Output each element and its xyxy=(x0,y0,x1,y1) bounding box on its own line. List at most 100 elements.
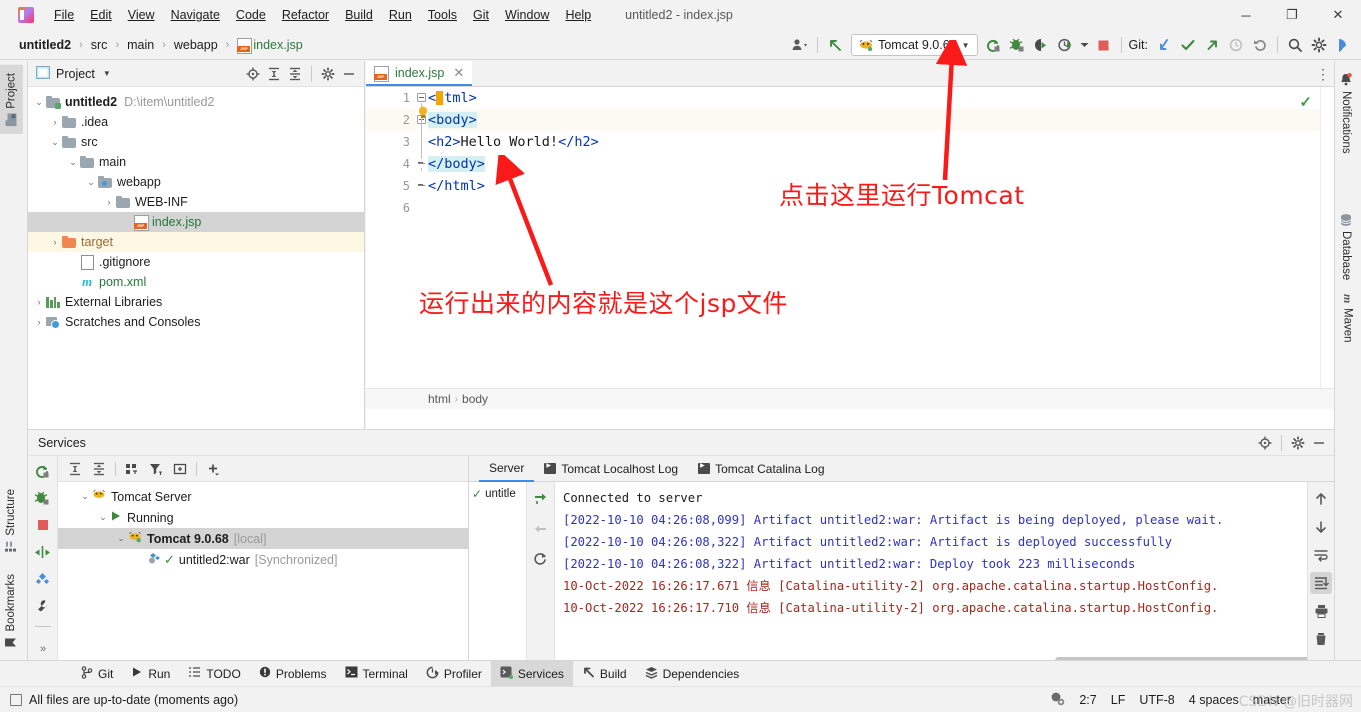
sidebar-item-structure[interactable]: Structure xyxy=(0,481,22,560)
sidebar-item-maven[interactable]: m Maven xyxy=(1335,286,1360,351)
expand-all-icon[interactable] xyxy=(264,64,284,84)
tree-node-index-jsp[interactable]: index.jsp xyxy=(28,212,364,232)
menu-git[interactable]: Git xyxy=(465,4,497,26)
sidebar-item-notifications[interactable]: Notifications xyxy=(1335,65,1357,162)
caret-position[interactable]: 2:7 xyxy=(1079,693,1096,707)
chevron-down-icon[interactable]: ⌄ xyxy=(114,533,128,544)
breadcrumb-main[interactable]: main xyxy=(124,36,157,54)
sidebar-item-database[interactable]: Database xyxy=(1335,206,1357,288)
git-update-icon[interactable] xyxy=(1152,33,1176,57)
edit-config-icon[interactable] xyxy=(32,568,54,590)
soft-wrap-icon[interactable] xyxy=(1310,544,1332,566)
menu-code[interactable]: Code xyxy=(228,4,274,26)
close-button[interactable]: ✕ xyxy=(1315,0,1361,30)
expand-all-icon[interactable] xyxy=(64,458,86,480)
breadcrumb-body[interactable]: body xyxy=(462,392,488,406)
rerun-icon[interactable] xyxy=(982,33,1006,57)
menu-file[interactable]: File xyxy=(46,4,82,26)
code-folding-column[interactable] xyxy=(416,87,428,409)
hide-icon[interactable] xyxy=(1309,433,1329,453)
console-output[interactable]: Connected to server [2022-10-10 04:26:08… xyxy=(555,482,1307,664)
fold-end-body[interactable] xyxy=(417,159,426,168)
tree-node-webapp[interactable]: ⌄ webapp xyxy=(28,172,364,192)
menu-build[interactable]: Build xyxy=(337,4,381,26)
services-node-untitled2-war[interactable]: ✓ untitled2:war [Synchronized] xyxy=(58,549,468,570)
chevron-down-icon[interactable]: ⌄ xyxy=(96,512,110,523)
git-push-icon[interactable] xyxy=(1200,33,1224,57)
inspection-status-icon[interactable]: ✓ xyxy=(1299,93,1312,111)
back-arrow-icon[interactable] xyxy=(823,33,847,57)
breadcrumb-untitled2[interactable]: untitled2 xyxy=(16,36,74,54)
code-area[interactable]: 1 2 3 4 5 6 <html> <body> <h2>Hello W xyxy=(366,87,1334,409)
up-arrow-icon[interactable] xyxy=(1310,488,1332,510)
line-separator[interactable]: LF xyxy=(1111,693,1126,707)
tree-node-scratches-and-consoles[interactable]: › Scratches and Consoles xyxy=(28,312,364,332)
maximize-button[interactable]: ❐ xyxy=(1269,0,1315,30)
settings-icon[interactable] xyxy=(318,64,338,84)
stop-icon[interactable] xyxy=(32,514,54,536)
step-into-icon[interactable] xyxy=(530,488,552,510)
breadcrumb-html[interactable]: html xyxy=(428,392,451,406)
breadcrumb-indexjsp[interactable]: index.jsp xyxy=(234,36,305,54)
filter-icon[interactable] xyxy=(145,458,167,480)
tree-node-untitled2[interactable]: ⌄ untitled2 D:\item\untitled2 xyxy=(28,92,364,112)
group-icon[interactable] xyxy=(121,458,143,480)
chevron-right-icon[interactable]: › xyxy=(32,317,46,327)
menu-navigate[interactable]: Navigate xyxy=(163,4,228,26)
stop-icon[interactable] xyxy=(1092,33,1116,57)
toolwindow-terminal[interactable]: Terminal xyxy=(336,661,417,687)
intention-bulb-icon[interactable] xyxy=(418,106,428,118)
search-icon[interactable] xyxy=(1283,33,1307,57)
inspection-level-icon[interactable] xyxy=(1050,691,1065,709)
rerun-icon[interactable] xyxy=(32,460,54,482)
menu-view[interactable]: View xyxy=(120,4,163,26)
file-encoding[interactable]: UTF-8 xyxy=(1139,693,1174,707)
console-tab-tomcat-catalina-log[interactable]: Tomcat Catalina Log xyxy=(688,456,834,482)
fold-marker-html[interactable] xyxy=(417,93,426,102)
collapse-all-icon[interactable] xyxy=(88,458,110,480)
toolwindow-todo[interactable]: TODO xyxy=(179,661,249,687)
print-icon[interactable] xyxy=(1310,600,1332,622)
more-options-icon[interactable]: ⋮ xyxy=(1316,67,1330,81)
minimize-button[interactable]: ─ xyxy=(1223,0,1269,30)
services-node-tomcat-server[interactable]: ⌄ Tomcat Server xyxy=(58,486,468,507)
menu-help[interactable]: Help xyxy=(557,4,599,26)
collapse-all-icon[interactable] xyxy=(285,64,305,84)
indent-setting[interactable]: 4 spaces xyxy=(1189,693,1239,707)
deploy-icon[interactable] xyxy=(32,541,54,563)
services-node-running[interactable]: ⌄ Running xyxy=(58,507,468,528)
chevron-right-icon[interactable]: › xyxy=(48,237,62,247)
chevron-right-icon[interactable]: › xyxy=(102,197,116,207)
tree-node-gitignore[interactable]: .gitignore xyxy=(28,252,364,272)
tree-node-target[interactable]: › target xyxy=(28,232,364,252)
run-instance-untitled2[interactable]: ✓ untitle xyxy=(469,485,526,503)
chevron-down-icon[interactable]: ▼ xyxy=(103,69,111,78)
close-icon[interactable]: ✕ xyxy=(453,65,464,81)
menu-edit[interactable]: Edit xyxy=(82,4,120,26)
profile-selector-icon[interactable] xyxy=(788,33,812,57)
menu-window[interactable]: Window xyxy=(497,4,557,26)
help-icon[interactable] xyxy=(1255,433,1275,453)
fold-end-html[interactable] xyxy=(417,181,426,190)
tree-node-pom-xml[interactable]: m pom.xml xyxy=(28,272,364,292)
debug-icon[interactable] xyxy=(32,487,54,509)
menu-run[interactable]: Run xyxy=(381,4,420,26)
settings-icon[interactable] xyxy=(1307,33,1331,57)
chevron-right-icon[interactable]: › xyxy=(32,297,46,307)
tree-node-src[interactable]: ⌄ src xyxy=(28,132,364,152)
tree-node-idea[interactable]: › .idea xyxy=(28,112,364,132)
profile-run-icon[interactable] xyxy=(1054,33,1078,57)
toolwindow-problems[interactable]: Problems xyxy=(250,661,336,687)
run-configuration-selector[interactable]: Tomcat 9.0.68 ▼ xyxy=(851,34,978,56)
breadcrumb-webapp[interactable]: webapp xyxy=(171,36,221,54)
sidebar-item-bookmarks[interactable]: Bookmarks xyxy=(0,566,22,657)
settings-wrench-icon[interactable] xyxy=(32,595,54,617)
clear-all-icon[interactable] xyxy=(1310,628,1332,650)
toolwindow-git[interactable]: Git xyxy=(72,661,122,687)
hide-icon[interactable] xyxy=(339,64,359,84)
editor-tab-index-jsp[interactable]: index.jsp ✕ xyxy=(366,61,473,86)
git-history-icon[interactable] xyxy=(1224,33,1248,57)
chevron-down-icon[interactable]: ⌄ xyxy=(84,177,98,188)
down-arrow-icon[interactable] xyxy=(1310,516,1332,538)
menu-refactor[interactable]: Refactor xyxy=(274,4,337,26)
